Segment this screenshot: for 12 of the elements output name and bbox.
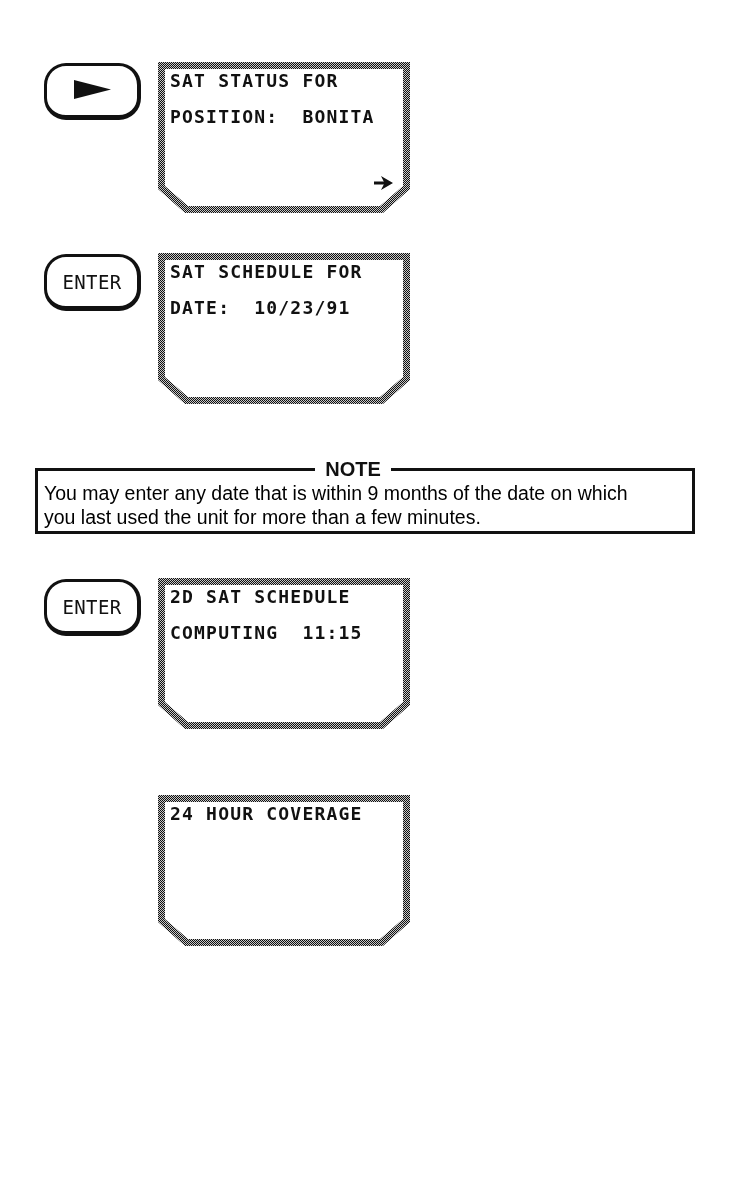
triangle-icon [73, 79, 111, 99]
screen-text: 2D SAT SCHEDULE [170, 585, 351, 609]
screen-text: DATE: 10/23/91 [170, 296, 351, 320]
screen-text: SAT STATUS FOR [170, 69, 339, 93]
screen-text: POSITION: BONITA [170, 105, 375, 129]
screen-text: COMPUTING 11:15 [170, 621, 363, 645]
note-title: NOTE [324, 458, 382, 480]
screen-text: 24 HOUR COVERAGE [170, 802, 363, 826]
note-text: You may enter any date that is within 9 months of the date on which you last used the unit for more than a few minutes. [44, 481, 629, 529]
enter-key: ENTER [44, 254, 141, 311]
enter-key: ENTER [44, 579, 141, 636]
screen-text: SAT SCHEDULE FOR [170, 260, 363, 284]
